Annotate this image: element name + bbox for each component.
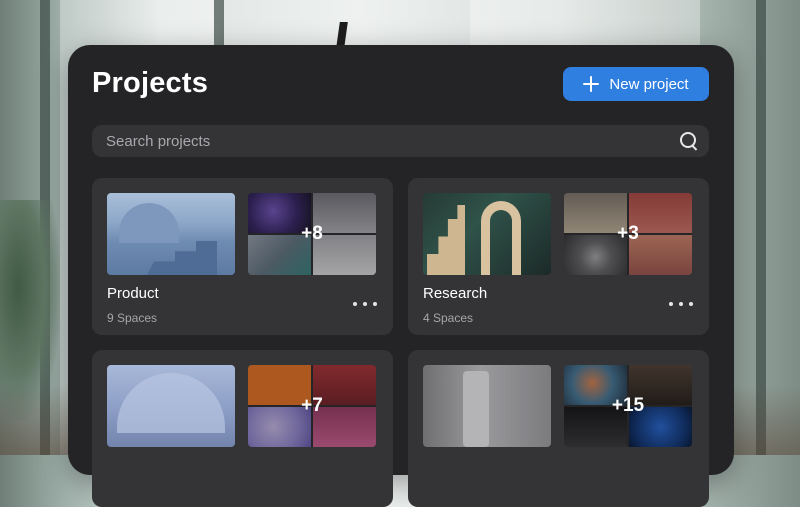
new-project-label: New project (609, 75, 689, 93)
page-title: Projects (92, 67, 209, 99)
search-icon[interactable] (679, 131, 699, 151)
project-space-count: 9 Spaces (107, 311, 158, 325)
project-thumbnail (423, 365, 551, 447)
space-thumbnails: +15 (564, 365, 692, 447)
project-card[interactable]: +7 (92, 350, 393, 507)
more-options-icon[interactable] (669, 296, 693, 312)
space-thumbnails: +8 (248, 193, 376, 275)
project-thumbnail (423, 193, 551, 275)
more-spaces-count: +8 (248, 193, 376, 275)
projects-panel: Projects New project +8 Product 9 Spaces… (68, 45, 734, 507)
more-spaces-count: +3 (564, 193, 692, 275)
project-card[interactable]: +15 (408, 350, 709, 507)
more-options-icon[interactable] (353, 296, 377, 312)
space-thumbnails: +7 (248, 365, 376, 447)
space-thumbnails: +3 (564, 193, 692, 275)
search-bar (92, 125, 709, 157)
project-name: Product (107, 285, 159, 302)
project-name: Research (423, 285, 488, 302)
project-space-count: 4 Spaces (423, 311, 474, 325)
project-card-product[interactable]: +8 Product 9 Spaces (92, 178, 393, 335)
plus-icon (583, 76, 600, 92)
new-project-button[interactable]: New project (563, 67, 709, 101)
project-card-research[interactable]: +3 Research 4 Spaces (408, 178, 709, 335)
project-thumbnail (107, 193, 235, 275)
more-spaces-count: +15 (564, 365, 692, 447)
search-input[interactable] (104, 131, 679, 151)
more-spaces-count: +7 (248, 365, 376, 447)
project-thumbnail (107, 365, 235, 447)
